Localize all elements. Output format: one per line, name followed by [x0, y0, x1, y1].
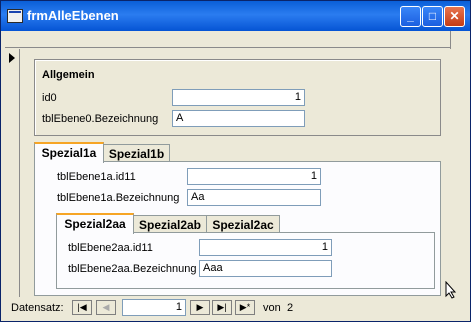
minimize-button[interactable]: _: [400, 6, 421, 27]
form-window: frmAlleEbenen _ □ ✕ Allgemein id0 1 tblE…: [0, 0, 471, 322]
id11-field[interactable]: 1: [187, 168, 321, 185]
field-label-bezeichnung2aa: tblEbene2aa.Bezeichnung: [68, 263, 197, 275]
mouse-cursor-icon: [445, 281, 457, 299]
group-title: Allgemein: [42, 69, 95, 81]
current-record-input[interactable]: 1: [122, 299, 186, 316]
last-record-button[interactable]: ▶|: [212, 300, 232, 315]
record-navigation-bar: Datensatz: |◀ ◀ 1 ▶ ▶| ▶* von 2: [5, 298, 451, 318]
record-count: 2: [287, 302, 294, 314]
field-label-bezeichnung1a: tblEbene1a.Bezeichnung: [57, 192, 180, 204]
field-label-id0: id0: [42, 92, 57, 104]
form-icon: [7, 9, 23, 23]
window-title: frmAlleEbenen: [27, 8, 119, 23]
navigation-label: Datensatz:: [11, 302, 64, 314]
bezeichnung0-field[interactable]: A: [172, 110, 305, 127]
group-allgemein: Allgemein id0 1 tblEbene0.Bezeichnung A: [34, 59, 441, 136]
field-label-id2aa: tblEbene2aa.id11: [68, 242, 153, 254]
next-record-button[interactable]: ▶: [190, 300, 210, 315]
id2aa-field[interactable]: 1: [199, 239, 332, 256]
field-label-id11: tblEbene1a.id11: [57, 171, 136, 183]
bezeichnung2aa-field[interactable]: Aaa: [199, 260, 332, 277]
bezeichnung1a-field[interactable]: Aa: [187, 189, 321, 206]
title-bar[interactable]: frmAlleEbenen _ □ ✕: [1, 1, 470, 31]
field-label-bezeichnung0: tblEbene0.Bezeichnung: [42, 113, 159, 125]
record-pointer-icon: [9, 53, 15, 63]
close-button[interactable]: ✕: [444, 6, 465, 27]
divider: [5, 47, 451, 48]
id0-field[interactable]: 1: [172, 89, 305, 106]
tab-spezial2aa[interactable]: Spezial2aa: [56, 213, 134, 234]
of-label: von: [263, 302, 281, 314]
tab-page-spezial2aa: tblEbene2aa.id11 1 tblEbene2aa.Bezeichnu…: [56, 232, 435, 289]
maximize-button[interactable]: □: [422, 6, 443, 27]
first-record-button[interactable]: |◀: [72, 300, 92, 315]
record-selector[interactable]: [5, 49, 20, 297]
previous-record-button[interactable]: ◀: [96, 300, 116, 315]
new-record-button[interactable]: ▶*: [235, 300, 255, 315]
tab-spezial1a[interactable]: Spezial1a: [34, 142, 104, 163]
